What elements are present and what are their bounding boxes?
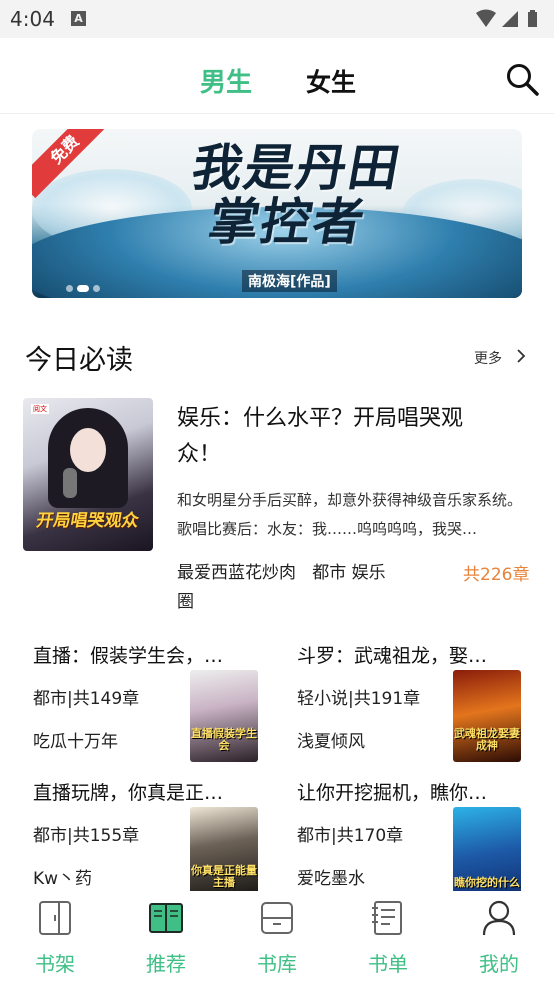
banner-pager bbox=[66, 277, 104, 296]
search-icon[interactable] bbox=[505, 62, 539, 96]
cover-title: 开局唱哭观众 bbox=[34, 511, 141, 531]
status-icons bbox=[476, 9, 537, 27]
book-meta: 轻小说|共191章 bbox=[297, 689, 421, 709]
notebook-icon bbox=[372, 901, 402, 935]
nav-label: 书库 bbox=[257, 952, 297, 976]
banner-author: 南极海[作品] bbox=[242, 270, 337, 292]
signal-icon bbox=[502, 11, 518, 27]
nav-item-recommend[interactable]: 推荐 bbox=[126, 891, 206, 984]
book-title: 直播玩牌，你真是正… bbox=[33, 782, 224, 804]
book-title: 斗罗：武魂祖龙，娶… bbox=[297, 645, 488, 667]
nav-label: 书架 bbox=[35, 952, 75, 976]
featured-chapter-count: 共226章 bbox=[463, 565, 530, 585]
nav-item-bookshelf[interactable]: 书架 bbox=[15, 891, 95, 984]
nav-label: 推荐 bbox=[146, 952, 186, 976]
cover-title: 瞧你挖的什么 bbox=[454, 876, 520, 889]
cover-art bbox=[70, 428, 106, 472]
featured-book-cover[interactable]: 阅文 开局唱哭观众 bbox=[23, 398, 153, 551]
more-link[interactable]: 更多 bbox=[474, 348, 502, 368]
book-author: 浅夏倾风 bbox=[297, 732, 365, 752]
featured-book-title[interactable]: 娱乐：什么水平？开局唱哭观众！ bbox=[177, 401, 497, 473]
book-author: Kw丶药 bbox=[33, 869, 93, 889]
cover-art bbox=[63, 468, 77, 498]
cover-title: 你真是正能量主播 bbox=[191, 864, 257, 889]
book-title: 直播：假装学生会，… bbox=[33, 645, 224, 667]
book-meta: 都市|共155章 bbox=[33, 826, 140, 846]
status-time: 4:04 bbox=[10, 7, 55, 31]
featured-book-meta: 最爱西蓝花炒肉 都市 娱乐圈 bbox=[177, 559, 392, 617]
book-cover[interactable]: 你真是正能量主播 bbox=[190, 807, 258, 899]
section-title: 今日必读 bbox=[25, 345, 133, 376]
nav-item-profile[interactable]: 我的 bbox=[459, 891, 539, 984]
open-book-icon bbox=[149, 903, 183, 933]
nav-item-booklist[interactable]: 书单 bbox=[348, 891, 428, 984]
book-cover[interactable]: 武魂祖龙娶妻成神 bbox=[453, 670, 521, 762]
cover-title: 直播假装学生会 bbox=[191, 727, 257, 752]
library-icon bbox=[261, 902, 293, 934]
featured-book-author: 最爱西蓝花炒肉 bbox=[177, 563, 296, 583]
book-cover[interactable]: 瞧你挖的什么 bbox=[453, 807, 521, 899]
promo-banner[interactable]: 我是丹田掌控者 南极海[作品] 免费 bbox=[32, 129, 522, 298]
nav-item-library[interactable]: 书库 bbox=[237, 891, 317, 984]
chevron-right-icon[interactable] bbox=[515, 347, 527, 365]
book-author: 爱吃墨水 bbox=[297, 869, 365, 889]
nav-label: 我的 bbox=[479, 952, 519, 976]
tab-female[interactable]: 女生 bbox=[306, 63, 356, 99]
battery-icon bbox=[528, 10, 537, 27]
pager-dot-active[interactable] bbox=[77, 285, 89, 292]
pager-dot[interactable] bbox=[66, 285, 73, 292]
banner-title: 我是丹田掌控者 bbox=[187, 138, 407, 251]
book-meta: 都市|共149章 bbox=[33, 689, 140, 709]
pager-dot[interactable] bbox=[93, 285, 100, 292]
wifi-icon bbox=[476, 9, 496, 27]
book-meta: 都市|共170章 bbox=[297, 826, 404, 846]
cover-title: 武魂祖龙娶妻成神 bbox=[454, 727, 520, 752]
book-cover[interactable]: 直播假装学生会 bbox=[190, 670, 258, 762]
nav-label: 书单 bbox=[368, 952, 408, 976]
book-author: 吃瓜十万年 bbox=[33, 732, 118, 752]
bookshelf-icon bbox=[39, 901, 71, 935]
bottom-navigation: 书架 推荐 书库 书单 我的 bbox=[0, 891, 554, 984]
book-title: 让你开挖掘机，瞧你… bbox=[297, 782, 488, 804]
top-bar: 男生 女生 bbox=[0, 38, 554, 114]
notification-icon: A bbox=[71, 11, 86, 26]
publisher-logo: 阅文 bbox=[31, 404, 49, 414]
tab-male[interactable]: 男生 bbox=[200, 62, 252, 99]
featured-book-description: 和女明星分手后买醉，却意外获得神级音乐家系统。歌唱比赛后：水友：我……呜呜呜呜，… bbox=[177, 491, 523, 538]
status-bar: 4:04 A bbox=[0, 0, 554, 38]
profile-icon bbox=[482, 900, 516, 936]
